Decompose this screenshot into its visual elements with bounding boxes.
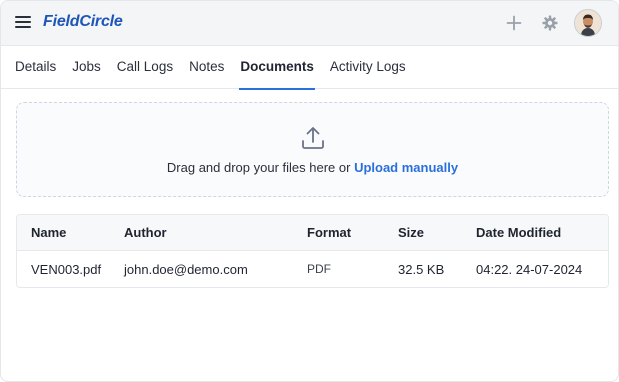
dropzone-instruction: Drag and drop your files here or — [166, 160, 355, 175]
column-header-size[interactable]: Size — [384, 225, 462, 240]
gear-icon[interactable] — [536, 9, 564, 37]
cell-date-modified: 04:22. 24-07-2024 — [476, 261, 583, 277]
user-avatar[interactable] — [574, 9, 602, 37]
tab-activity-logs[interactable]: Activity Logs — [330, 46, 406, 89]
documents-table: Name Author Format Size Date Modified VE… — [16, 214, 609, 288]
tab-notes[interactable]: Notes — [189, 46, 224, 89]
menu-icon[interactable] — [15, 16, 31, 30]
column-header-date-modified[interactable]: Date Modified — [462, 225, 608, 240]
upload-icon — [300, 125, 326, 151]
upload-manually-link[interactable]: Upload manually — [354, 160, 458, 175]
cell-author: john.doe@demo.com — [124, 261, 248, 277]
top-actions — [492, 9, 602, 37]
column-header-name[interactable]: Name — [17, 225, 110, 240]
cell-file-name[interactable]: VEN003.pdf — [17, 262, 110, 277]
column-header-author[interactable]: Author — [110, 225, 293, 240]
tab-documents[interactable]: Documents — [239, 46, 315, 90]
app-logo[interactable]: FieldCircle — [43, 13, 123, 31]
app-window: FieldCircle Details Jobs Call Logs Notes… — [0, 0, 619, 382]
plus-icon[interactable] — [500, 9, 528, 37]
table-header: Name Author Format Size Date Modified — [17, 215, 608, 251]
file-dropzone[interactable]: Drag and drop your files here or Upload … — [16, 102, 609, 197]
cell-format: PDF — [307, 262, 331, 276]
tab-call-logs[interactable]: Call Logs — [117, 46, 173, 89]
tab-details[interactable]: Details — [15, 46, 56, 89]
cell-size: 32.5 KB — [398, 261, 445, 277]
top-bar: FieldCircle — [1, 1, 618, 46]
column-header-format[interactable]: Format — [293, 225, 384, 240]
tab-jobs[interactable]: Jobs — [72, 46, 101, 89]
table-row[interactable]: VEN003.pdf john.doe@demo.com PDF 32.5 KB… — [17, 251, 608, 287]
tab-bar: Details Jobs Call Logs Notes Documents A… — [1, 46, 618, 90]
dropzone-text: Drag and drop your files here or Upload … — [167, 160, 458, 175]
